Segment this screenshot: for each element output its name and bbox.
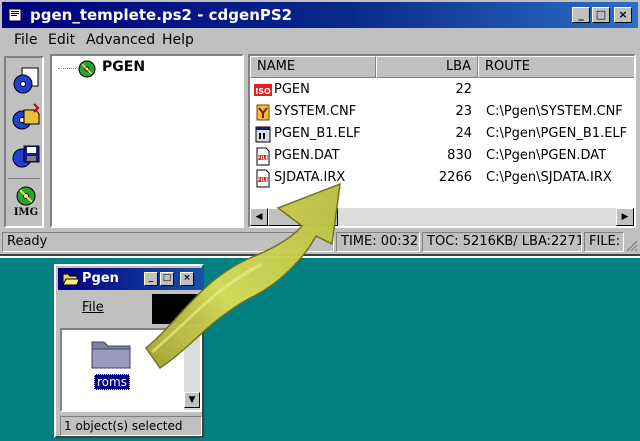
explorer-title-bar[interactable]: Pgen _ □ × [58,268,204,290]
new-disc-icon[interactable] [10,64,42,96]
toolbar: IMG [4,56,44,228]
explorer-throbber [152,294,202,324]
folder-icon[interactable] [90,336,134,370]
column-header-name[interactable]: NAME [250,56,376,78]
explorer-menu-file[interactable]: File [82,300,104,315]
column-header-route[interactable]: ROUTE [478,56,634,78]
file-row[interactable]: SYSTEM.CNF 23 C:\Pgen\SYSTEM.CNF [250,102,634,124]
file-route: C:\Pgen\SJDATA.IRX [486,170,612,185]
svg-text:FILE: FILE [257,156,269,162]
tree-connector [58,68,76,69]
file-icon: FILE [256,147,270,166]
status-file: FILE: [584,232,624,252]
explorer-minimize-button[interactable]: _ [144,272,158,286]
file-lba: 830 [447,148,472,163]
file-name: SYSTEM.CNF [274,104,357,119]
explorer-window: Pgen _ □ × File roms ▼ 1 object(s) selec… [54,264,204,438]
disc-icon [78,60,96,78]
explorer-content[interactable]: roms ▼ [60,328,202,412]
file-row[interactable]: ISO PGEN 22 [250,80,634,102]
img-disc-icon[interactable]: IMG [10,184,42,216]
close-button[interactable]: × [614,7,632,23]
file-row[interactable]: FILE SJDATA.IRX 2266 C:\Pgen\SJDATA.IRX [250,168,634,190]
status-bar: Ready TIME: 00:32 TOC: 5216KB/ LBA:2271 … [0,230,640,254]
main-window: pgen_templete.ps2 - cdgenPS2 _ □ × File … [0,0,640,256]
explorer-menu-bar: File [60,294,150,324]
explorer-vertical-scrollbar[interactable]: ▼ [184,330,200,410]
folder-tree[interactable]: PGEN [50,54,244,228]
img-label: IMG [14,207,38,216]
file-name: PGEN_B1.ELF [274,126,361,141]
save-icon[interactable] [10,140,42,172]
file-name: PGEN.DAT [274,148,340,163]
svg-text:FILE: FILE [257,178,269,184]
file-row[interactable]: PGEN_B1.ELF 24 C:\Pgen\PGEN_B1.ELF [250,124,634,146]
menu-advanced[interactable]: Advanced [86,32,155,48]
svg-text:ISO: ISO [255,87,271,96]
file-row[interactable]: FILE PGEN.DAT 830 C:\Pgen\PGEN.DAT [250,146,634,168]
status-ready: Ready [2,232,334,252]
folder-open-icon [62,273,79,286]
file-name: PGEN [274,82,310,97]
horizontal-scrollbar[interactable]: ◀ ▶ [250,208,634,226]
title-bar[interactable]: pgen_templete.ps2 - cdgenPS2 _ □ × [2,2,638,28]
maximize-button[interactable]: □ [592,7,610,23]
file-lba: 22 [455,82,472,97]
scroll-down-button[interactable]: ▼ [184,392,200,408]
file-lba: 23 [455,104,472,119]
status-toc: TOC: 5216KB/ LBA:2271 [422,232,582,252]
scrollbar-thumb[interactable] [268,208,338,226]
menu-edit[interactable]: Edit [48,32,75,48]
menu-bar: File Edit Advanced Help [2,30,638,52]
file-route: C:\Pgen\PGEN_B1.ELF [486,126,628,141]
folder-label[interactable]: roms [94,374,130,390]
iso-icon: ISO [254,84,272,96]
tree-node-label: PGEN [102,59,146,75]
file-lba: 2266 [438,170,472,185]
window-title: pgen_templete.ps2 - cdgenPS2 [30,6,293,24]
file-route: C:\Pgen\SYSTEM.CNF [486,104,623,119]
column-header-lba[interactable]: LBA [376,56,478,78]
file-lba: 24 [455,126,472,141]
elf-icon [255,126,271,143]
explorer-title: Pgen [82,271,119,286]
scroll-right-button[interactable]: ▶ [616,208,634,226]
app-icon [8,8,22,22]
status-time: TIME: 00:32 [336,232,420,252]
file-list[interactable]: NAME LBA ROUTE ISO PGEN 22 SYSTEM.CNF 23… [248,54,636,228]
file-route: C:\Pgen\PGEN.DAT [486,148,607,163]
config-icon [256,104,270,121]
file-icon: FILE [256,169,270,188]
scroll-left-button[interactable]: ◀ [250,208,268,226]
open-folder-icon[interactable] [10,102,42,134]
minimize-button[interactable]: _ [572,7,590,23]
menu-file[interactable]: File [14,32,37,48]
resize-grip-icon[interactable] [624,238,638,252]
menu-help[interactable]: Help [162,32,194,48]
file-name: SJDATA.IRX [274,170,346,185]
explorer-status: 1 object(s) selected [60,416,202,436]
explorer-close-button[interactable]: × [180,272,194,286]
explorer-maximize-button[interactable]: □ [160,272,174,286]
